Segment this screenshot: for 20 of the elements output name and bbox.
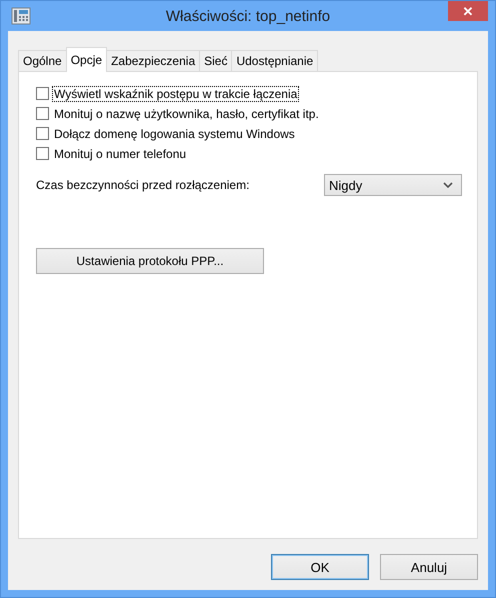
tab[interactable]: Ogólne [18,50,67,71]
checkbox[interactable] [36,127,49,140]
dialog-button[interactable]: Anuluj [380,554,478,580]
idle-time-dropdown[interactable]: Nigdy [324,174,462,196]
tab[interactable]: Udostępnianie [231,50,318,71]
checkbox[interactable] [36,87,49,100]
checkbox-label: Dołącz domenę logowania systemu Windows [53,126,296,142]
idle-time-label: Czas bezczynności przed rozłączeniem: [36,178,250,192]
checkbox-label: Wyświetl wskaźnik postępu w trakcie łączenia [52,86,300,102]
ppp-settings-button[interactable]: Ustawienia protokołu PPP... [36,248,264,274]
chevron-down-icon [443,182,453,188]
close-button[interactable]: ✕ [448,1,488,21]
phone-icon [11,6,31,26]
checkbox-label: Monituj o numer telefonu [53,146,188,162]
window-title: Właściwości: top_netinfo [166,8,330,24]
checkbox-label: Monituj o nazwę użytkownika, hasło, certyfikat itp. [53,106,320,122]
dialog-button[interactable]: OK [271,554,369,580]
tab[interactable]: Opcje [66,47,108,72]
checkbox[interactable] [36,147,49,160]
checkbox[interactable] [36,107,49,120]
